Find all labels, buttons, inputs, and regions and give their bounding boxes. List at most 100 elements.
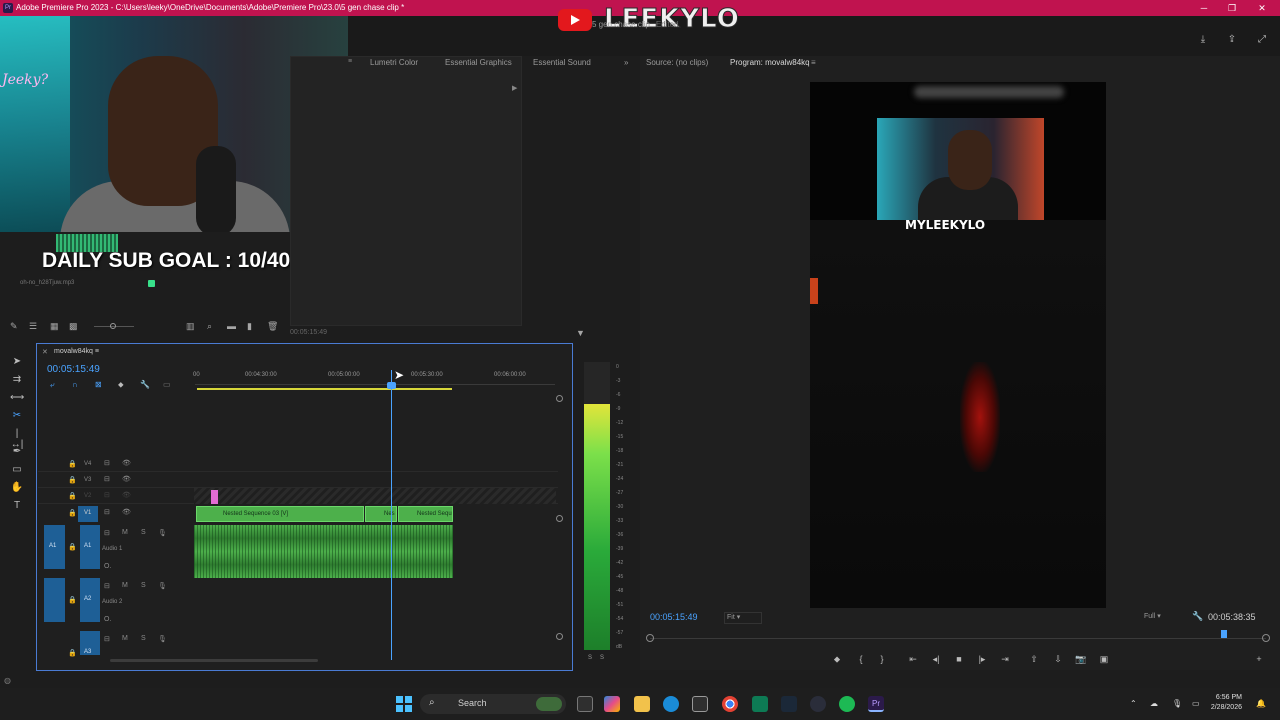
notification-bell-icon[interactable]: 🔔 <box>1256 699 1266 708</box>
go-to-out-icon[interactable]: ⇥ <box>998 654 1012 666</box>
file-explorer-icon[interactable] <box>634 696 650 712</box>
pen-tool-icon[interactable]: ✎ <box>10 321 18 332</box>
button-editor-icon[interactable]: + <box>1252 654 1266 666</box>
mark-in-icon[interactable]: { <box>854 654 868 666</box>
lock-icon[interactable]: 🔒 <box>68 476 77 484</box>
tray-overflow-icon[interactable]: ⌃ <box>1130 699 1137 708</box>
vertical-zoom-handle[interactable] <box>556 633 563 640</box>
solo-button[interactable]: S <box>141 582 146 589</box>
find-icon[interactable]: ⌕ <box>207 321 212 332</box>
spotify-icon[interactable] <box>839 696 855 712</box>
resolution-select[interactable]: Full ▾ <box>1144 612 1184 624</box>
premiere-taskbar-icon[interactable]: Pr <box>868 696 884 712</box>
mute-button[interactable]: M <box>122 529 128 536</box>
lock-icon[interactable]: 🔒 <box>68 509 77 517</box>
playhead-handle[interactable] <box>387 382 396 389</box>
work-area-bar[interactable] <box>197 388 452 390</box>
microphone-tray-icon[interactable]: 🎙 <box>1172 699 1182 708</box>
program-playhead[interactable] <box>1221 630 1227 638</box>
filter-icon[interactable]: ▼ <box>576 328 585 338</box>
tab-program-monitor[interactable]: Program: movalw84kq <box>730 58 810 67</box>
import-icon[interactable]: ⤓ <box>1196 34 1210 48</box>
fullscreen-icon[interactable]: ⤢ <box>1255 34 1269 48</box>
a1-source-patch[interactable]: A1 <box>44 525 65 569</box>
icon-view-icon[interactable]: ▦ <box>50 321 59 332</box>
eye-icon[interactable]: 👁 <box>122 491 131 499</box>
program-scrub-bar[interactable] <box>650 638 1266 639</box>
new-item-icon[interactable]: ▮ <box>247 321 252 332</box>
settings-icon[interactable]: 🔧 <box>140 380 150 389</box>
program-menu-icon[interactable]: ≡ <box>811 58 816 67</box>
a2-source-patch[interactable] <box>44 578 65 622</box>
sequence-tab[interactable]: movalw84kq ≡ <box>54 348 99 355</box>
windows-start-icon[interactable] <box>396 696 412 712</box>
microphone-icon[interactable]: 🎙 <box>158 582 167 590</box>
step-back-icon[interactable]: ◂| <box>929 654 943 666</box>
program-timecode[interactable]: 00:05:15:49 <box>650 612 698 622</box>
share-icon[interactable]: ⇪ <box>1225 34 1239 48</box>
lock-icon[interactable]: 🔒 <box>68 649 77 657</box>
terminal-icon[interactable] <box>752 696 768 712</box>
comparison-view-icon[interactable]: ▣ <box>1097 654 1111 666</box>
sync-lock-icon[interactable]: ⊟ <box>104 459 110 467</box>
meter-solo-button[interactable]: S <box>600 655 604 661</box>
mark-out-icon[interactable]: } <box>875 654 889 666</box>
extract-icon[interactable]: ⇩ <box>1051 654 1065 666</box>
new-bin-icon[interactable]: ▬ <box>227 321 236 331</box>
lift-icon[interactable]: ⇧ <box>1027 654 1041 666</box>
microphone-icon[interactable]: 🎙 <box>158 529 167 537</box>
microphone-icon[interactable]: 🎙 <box>158 635 167 643</box>
list-view-icon[interactable]: ☰ <box>29 321 37 332</box>
meter-solo-button[interactable]: S <box>588 655 592 661</box>
playhead[interactable] <box>391 370 392 660</box>
hand-tool-icon[interactable]: ✋ <box>10 482 24 496</box>
steam-icon[interactable] <box>781 696 797 712</box>
v1-clip[interactable]: Nes <box>365 506 397 522</box>
pen-icon[interactable]: ✒ <box>10 446 24 460</box>
tab-source-monitor[interactable]: Source: (no clips) <box>646 58 708 67</box>
captions-icon[interactable]: ▭ <box>163 380 171 389</box>
edge-icon[interactable] <box>663 696 679 712</box>
slip-tool-icon[interactable]: |↔| <box>10 428 24 450</box>
panel-menu-icon[interactable]: ≡ <box>348 58 354 68</box>
selection-tool-icon[interactable]: ➤ <box>10 356 24 370</box>
expand-arrow-icon[interactable]: ▶ <box>512 84 517 92</box>
vertical-zoom-handle[interactable] <box>556 515 563 522</box>
lock-icon[interactable]: 🔒 <box>68 596 77 604</box>
nest-icon[interactable]: ⤶ <box>50 380 54 390</box>
widgets-icon[interactable] <box>536 697 562 711</box>
mute-button[interactable]: M <box>122 582 128 589</box>
eye-icon[interactable]: 👁 <box>122 475 131 483</box>
snap-icon[interactable]: ∩ <box>72 380 78 389</box>
add-marker-icon[interactable]: ⬥ <box>830 654 844 666</box>
go-to-in-icon[interactable]: ⇤ <box>906 654 920 666</box>
close-button[interactable]: ✕ <box>1252 0 1272 16</box>
sync-lock-icon[interactable]: ⊟ <box>104 529 110 537</box>
network-icon[interactable]: ▭ <box>1192 699 1200 708</box>
vertical-zoom-handle[interactable] <box>556 395 563 402</box>
tab-essential-sound[interactable]: Essential Sound <box>533 58 591 67</box>
time-ruler[interactable] <box>195 384 555 385</box>
timeline-scrollbar[interactable] <box>110 659 318 662</box>
program-video-frame[interactable]: MYLEEKYLO <box>810 82 1106 608</box>
minimize-button[interactable]: ─ <box>1194 0 1214 16</box>
export-frame-icon[interactable]: 📷 <box>1074 654 1088 666</box>
volume-knob[interactable]: O. <box>104 563 111 570</box>
task-view-icon[interactable] <box>577 696 593 712</box>
lock-icon[interactable]: 🔒 <box>68 492 77 500</box>
automate-icon[interactable]: ▥ <box>186 321 195 332</box>
v1-clip[interactable]: Nested Sequ <box>398 506 453 522</box>
store-icon[interactable] <box>692 696 708 712</box>
marker-icon[interactable]: ⬥ <box>118 380 124 390</box>
sync-lock-icon[interactable]: ⊟ <box>104 635 110 643</box>
close-sequence-icon[interactable]: ✕ <box>42 348 48 356</box>
zoom-fit-select[interactable]: Fit ▾ <box>724 612 762 624</box>
eye-icon[interactable]: 👁 <box>122 508 131 516</box>
a1-audio-clip[interactable] <box>194 525 453 578</box>
rectangle-tool-icon[interactable]: ▭ <box>10 464 24 478</box>
sync-lock-icon[interactable]: ⊟ <box>104 508 110 516</box>
wrench-icon[interactable]: 🔧 <box>1192 611 1203 622</box>
media-file-name[interactable]: oh-no_h28Tjuw.mp3 <box>20 280 74 286</box>
sync-lock-icon[interactable]: ⊟ <box>104 475 110 483</box>
freeform-view-icon[interactable]: ▩ <box>69 321 78 332</box>
